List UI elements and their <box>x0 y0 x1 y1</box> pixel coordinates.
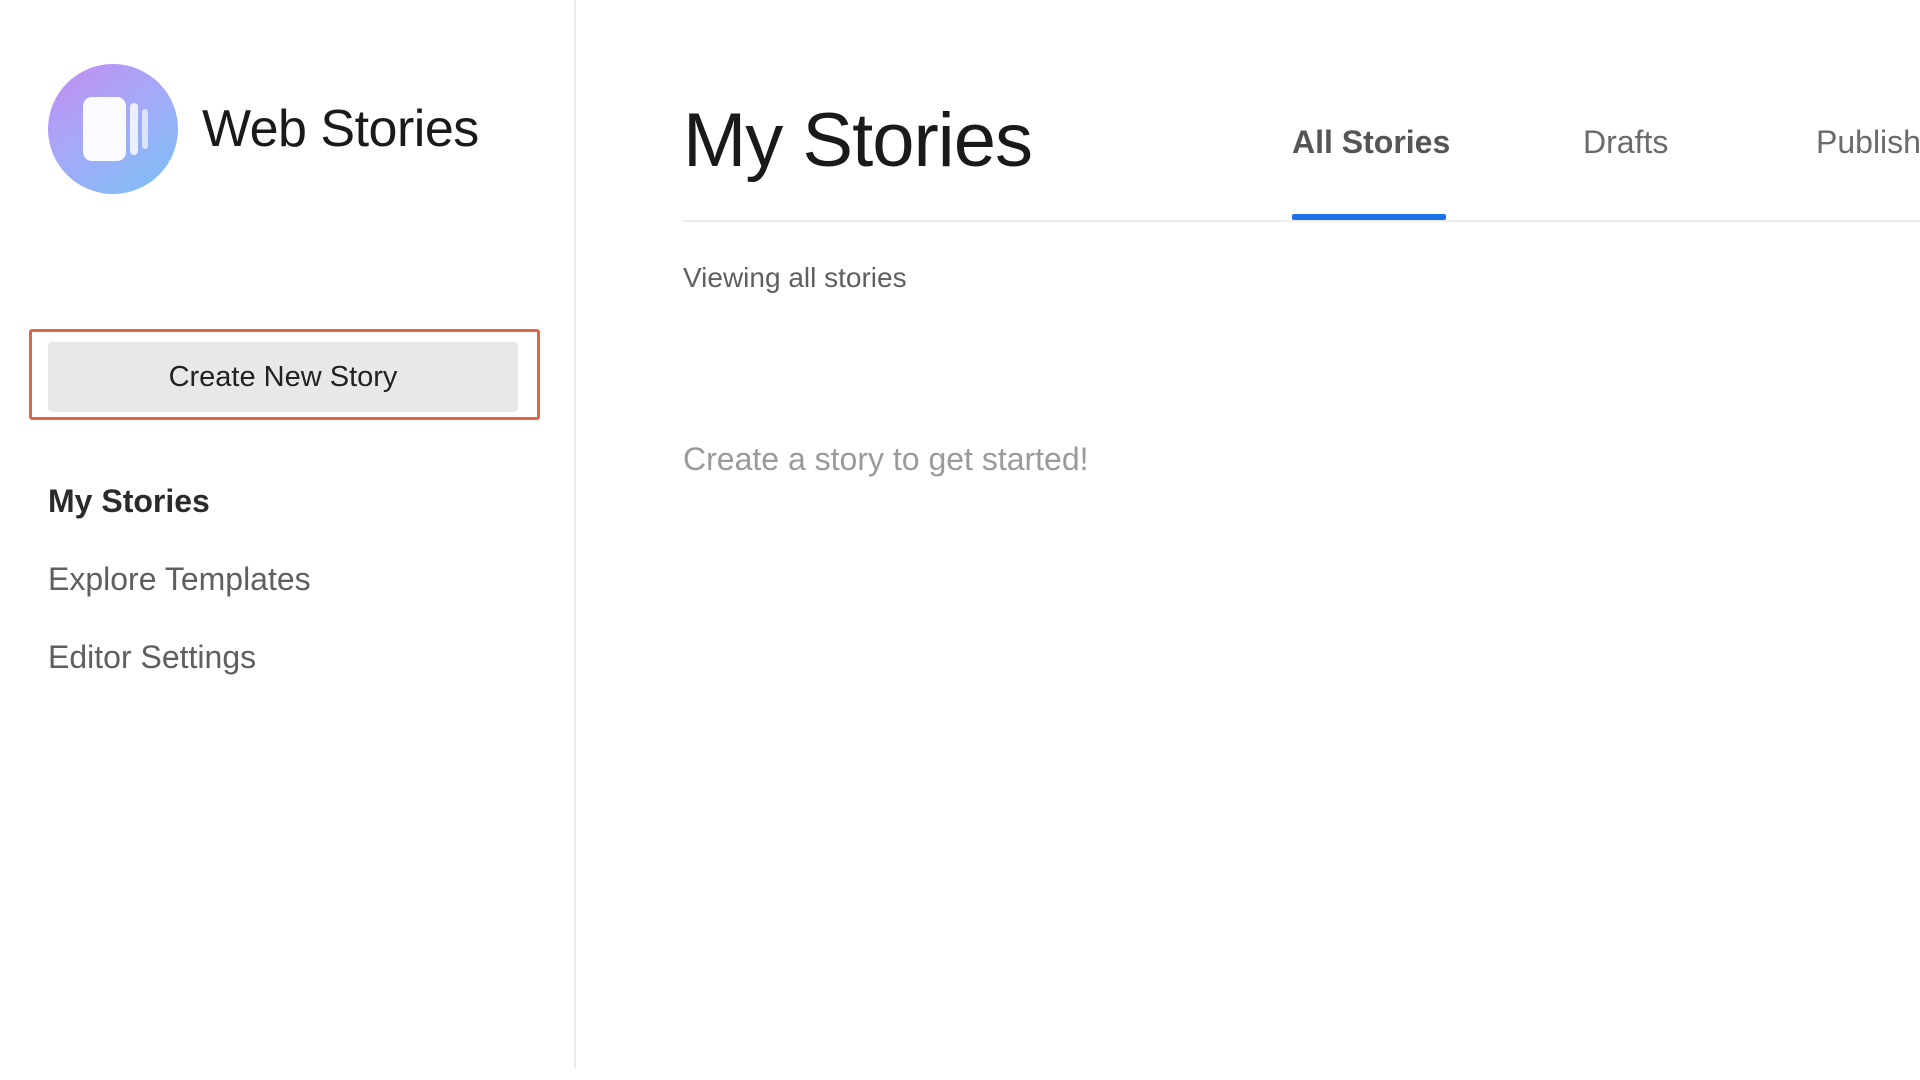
sidebar-item-my-stories[interactable]: My Stories <box>48 480 311 558</box>
sidebar-nav: My Stories Explore Templates Editor Sett… <box>48 480 311 714</box>
brand[interactable]: Web Stories <box>48 64 479 194</box>
brand-name: Web Stories <box>202 100 479 158</box>
web-stories-logo-icon <box>48 64 178 194</box>
sidebar: Web Stories Create New Story My Stories … <box>0 0 576 1068</box>
story-tabs: All Stories Drafts Publish <box>683 120 1920 222</box>
sidebar-item-explore-templates[interactable]: Explore Templates <box>48 558 311 636</box>
tab-published[interactable]: Publish <box>1816 120 1920 220</box>
tab-drafts[interactable]: Drafts <box>1583 120 1668 220</box>
sidebar-item-editor-settings[interactable]: Editor Settings <box>48 636 311 714</box>
tab-all-stories[interactable]: All Stories <box>1292 120 1450 220</box>
active-tab-indicator <box>1292 214 1446 220</box>
empty-state-message: Create a story to get started! <box>683 441 1089 477</box>
dashboard: Web Stories Create New Story My Stories … <box>0 0 1920 1080</box>
viewing-label: Viewing all stories <box>683 262 907 293</box>
create-new-story-button[interactable]: Create New Story <box>48 342 518 412</box>
